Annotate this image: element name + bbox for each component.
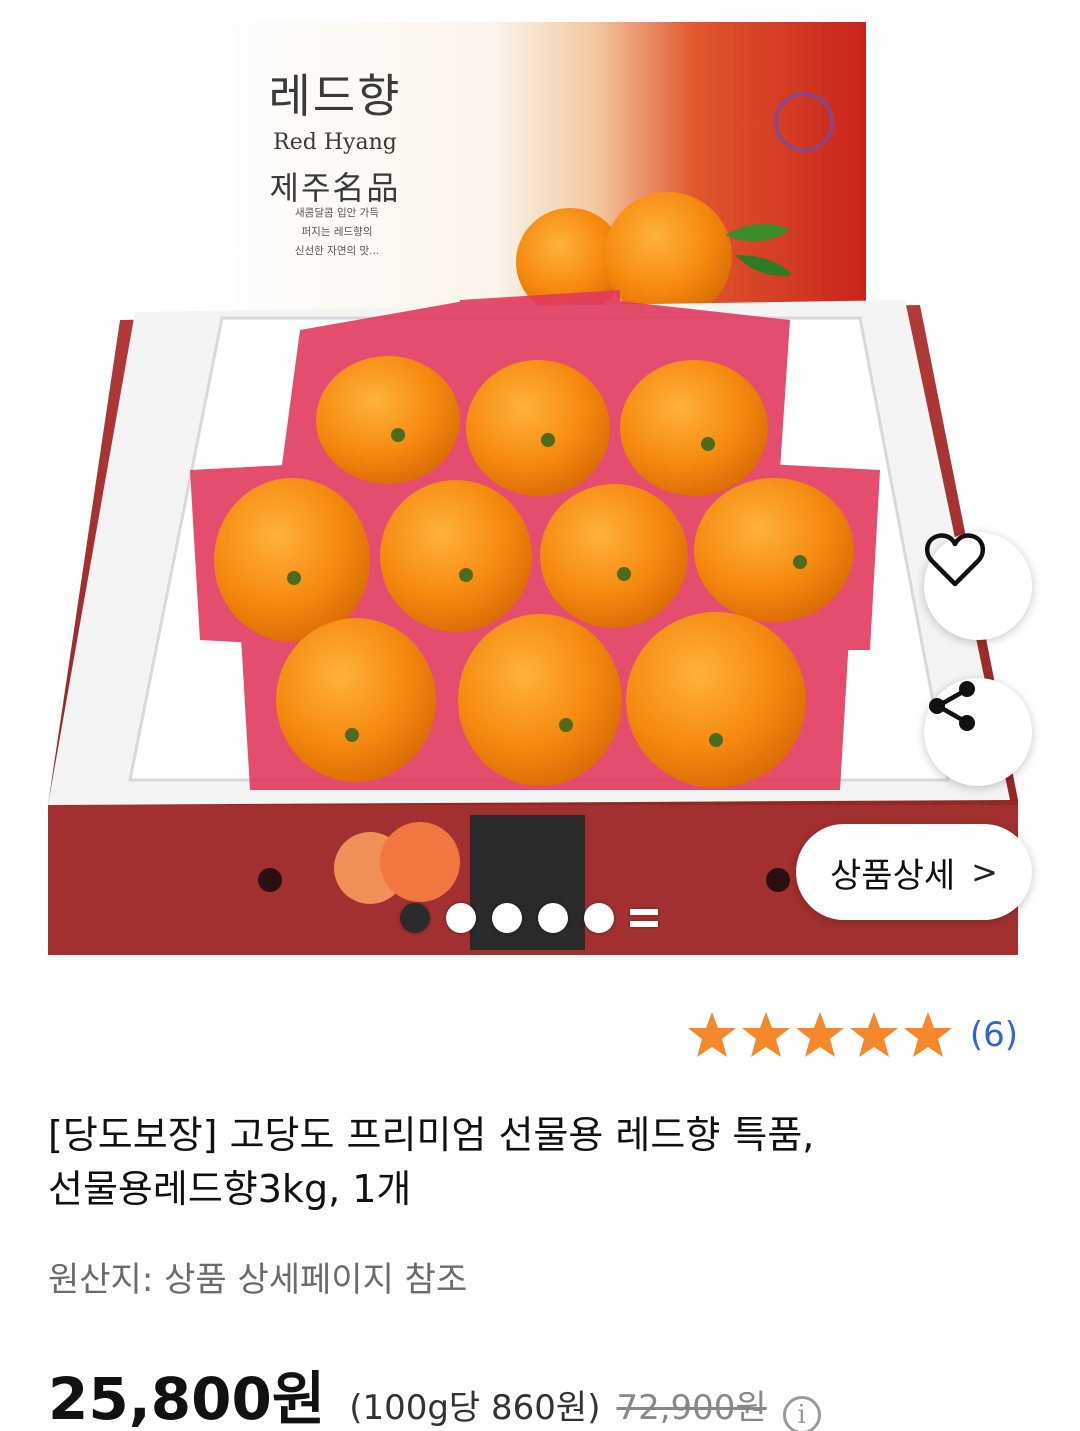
share-icon <box>929 681 975 731</box>
info-icon[interactable]: i <box>782 1396 821 1431</box>
sale-price: 25,800원 <box>48 1365 326 1431</box>
pagination-dot[interactable] <box>446 903 476 933</box>
product-origin: 원산지: 상품 상세페이지 참조 <box>48 1260 468 1300</box>
image-pagination <box>400 900 658 936</box>
star-icon <box>687 1012 736 1057</box>
pagination-dot[interactable] <box>492 903 522 933</box>
pagination-dot[interactable] <box>538 903 568 933</box>
product-title-line: 선물용레드향3kg, 1개 <box>48 1167 412 1211</box>
gift-box-illustration <box>48 22 1018 955</box>
star-icon <box>903 1012 952 1057</box>
price-row: 25,800원 (100g당 860원) 72,900원 i <box>48 1352 821 1431</box>
box-description-line: 신선한 자연의 맛... <box>294 245 380 257</box>
share-button[interactable] <box>924 678 1032 786</box>
unit-price: (100g당 860원) <box>349 1388 601 1428</box>
box-description-line: 퍼지는 레드향의 <box>301 226 373 238</box>
product-detail-label: 상품상세 <box>830 855 956 896</box>
star-icon <box>741 1012 790 1057</box>
star-icon <box>795 1012 844 1057</box>
rating-stars <box>686 1010 954 1060</box>
pagination-dot-active[interactable] <box>400 903 430 933</box>
box-description: 새콤달콤 입안 가득 퍼지는 레드향의 신선한 자연의 맛... <box>262 204 412 261</box>
product-title: [당도보장] 고당도 프리미엄 선물용 레드향 특품, 선물용레드향3kg, 1… <box>48 1108 1028 1216</box>
box-tagline: 제주名品 <box>269 169 401 207</box>
product-image[interactable]: 레드향 Red Hyang 제주名品 새콤달콤 입안 가득 퍼지는 레드향의 신… <box>0 0 1080 960</box>
original-price: 72,900원 <box>616 1388 767 1428</box>
pagination-dot[interactable] <box>584 903 614 933</box>
wishlist-button[interactable] <box>924 532 1032 640</box>
heart-icon <box>924 533 986 587</box>
pagination-more-icon[interactable] <box>630 905 658 931</box>
box-brand-title: 레드향 Red Hyang 제주名品 <box>250 60 420 209</box>
product-rating[interactable]: (6) <box>686 1010 1018 1060</box>
product-detail-button[interactable]: 상품상세 > <box>796 824 1032 920</box>
box-description-line: 새콤달콤 입안 가득 <box>295 207 379 219</box>
product-title-line: [당도보장] 고당도 프리미엄 선물용 레드향 특품, <box>48 1113 815 1157</box>
box-title-korean: 레드향 <box>268 69 402 123</box>
chevron-right-icon: > <box>971 853 998 891</box>
box-title-english: Red Hyang <box>273 130 397 155</box>
review-count-link[interactable]: (6) <box>970 1015 1018 1055</box>
star-icon <box>849 1012 898 1057</box>
